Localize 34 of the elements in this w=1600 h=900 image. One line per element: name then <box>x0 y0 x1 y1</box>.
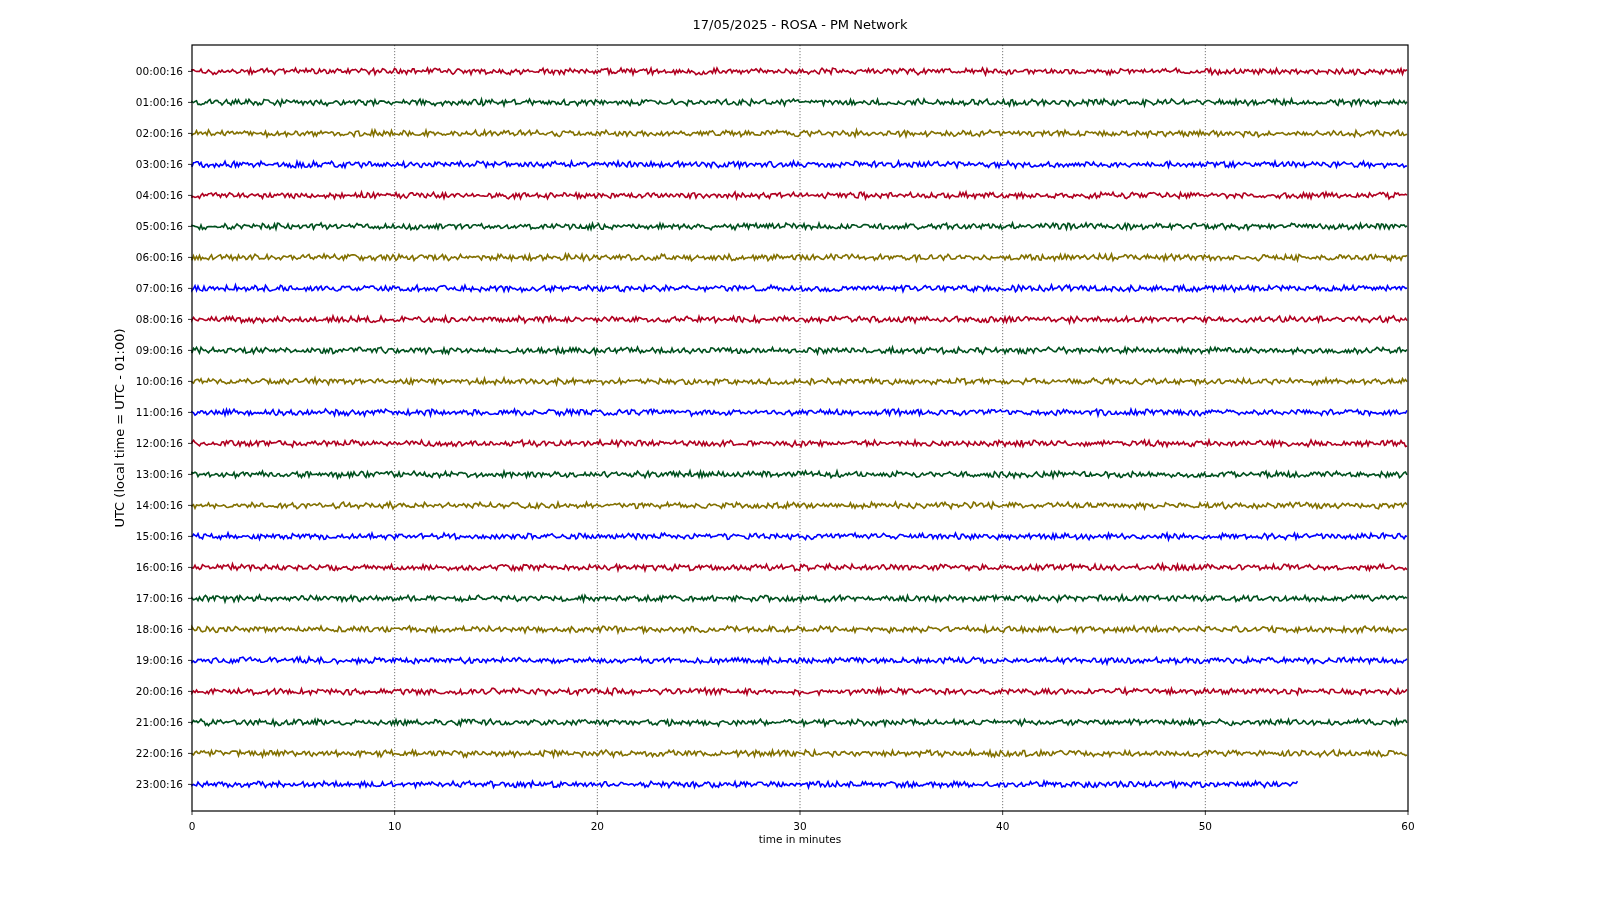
y-tick-label: 03:00:16 <box>135 158 183 171</box>
y-tick-label: 06:00:16 <box>135 251 183 264</box>
x-tick-label: 60 <box>1401 820 1415 832</box>
y-tick-label: 12:00:16 <box>135 437 183 450</box>
plot-title: 17/05/2025 - ROSA - PM Network <box>692 17 908 32</box>
x-tick-label: 50 <box>1198 820 1212 832</box>
y-tick-label: 09:00:16 <box>135 344 183 357</box>
y-tick-label: 07:00:16 <box>135 282 183 295</box>
y-tick-label: 04:00:16 <box>135 189 183 202</box>
y-tick-label: 11:00:16 <box>135 406 183 419</box>
x-tick-label: 40 <box>996 820 1010 832</box>
y-tick-label: 21:00:16 <box>135 716 183 729</box>
x-tick-label: 0 <box>188 820 196 832</box>
y-tick-label: 08:00:16 <box>135 313 183 326</box>
y-tick-label: 10:00:16 <box>135 375 183 388</box>
x-tick-label: 30 <box>793 820 807 832</box>
y-tick-label: 13:00:16 <box>135 468 183 481</box>
y-tick-label: 18:00:16 <box>135 623 183 636</box>
x-tick-label: 10 <box>388 820 402 832</box>
y-tick-label: 15:00:16 <box>135 530 183 543</box>
y-tick-label: 17:00:16 <box>135 592 183 605</box>
y-tick-label: 01:00:16 <box>135 96 183 109</box>
x-tick-label: 20 <box>590 820 604 832</box>
y-tick-label: 00:00:16 <box>135 65 183 78</box>
y-tick-label: 14:00:16 <box>135 499 183 512</box>
y-axis-label: UTC (local time = UTC - 01:00) <box>112 328 127 528</box>
y-tick-label: 19:00:16 <box>135 654 183 667</box>
y-tick-label: 16:00:16 <box>135 561 183 574</box>
y-tick-label: 02:00:16 <box>135 127 183 140</box>
y-tick-label: 20:00:16 <box>135 685 183 698</box>
y-tick-label: 05:00:16 <box>135 220 183 233</box>
y-tick-label: 23:00:16 <box>135 778 183 791</box>
y-tick-label: 22:00:16 <box>135 747 183 760</box>
x-axis-label: time in minutes <box>758 833 842 845</box>
